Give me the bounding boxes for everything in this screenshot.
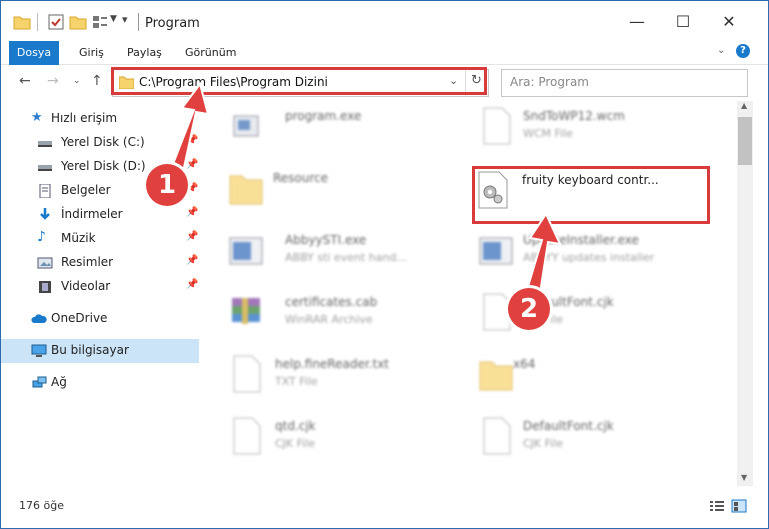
step-badge-2: 2: [508, 288, 550, 330]
annotation-arrows: [164, 81, 562, 308]
step-badge-1: 1: [146, 164, 188, 206]
